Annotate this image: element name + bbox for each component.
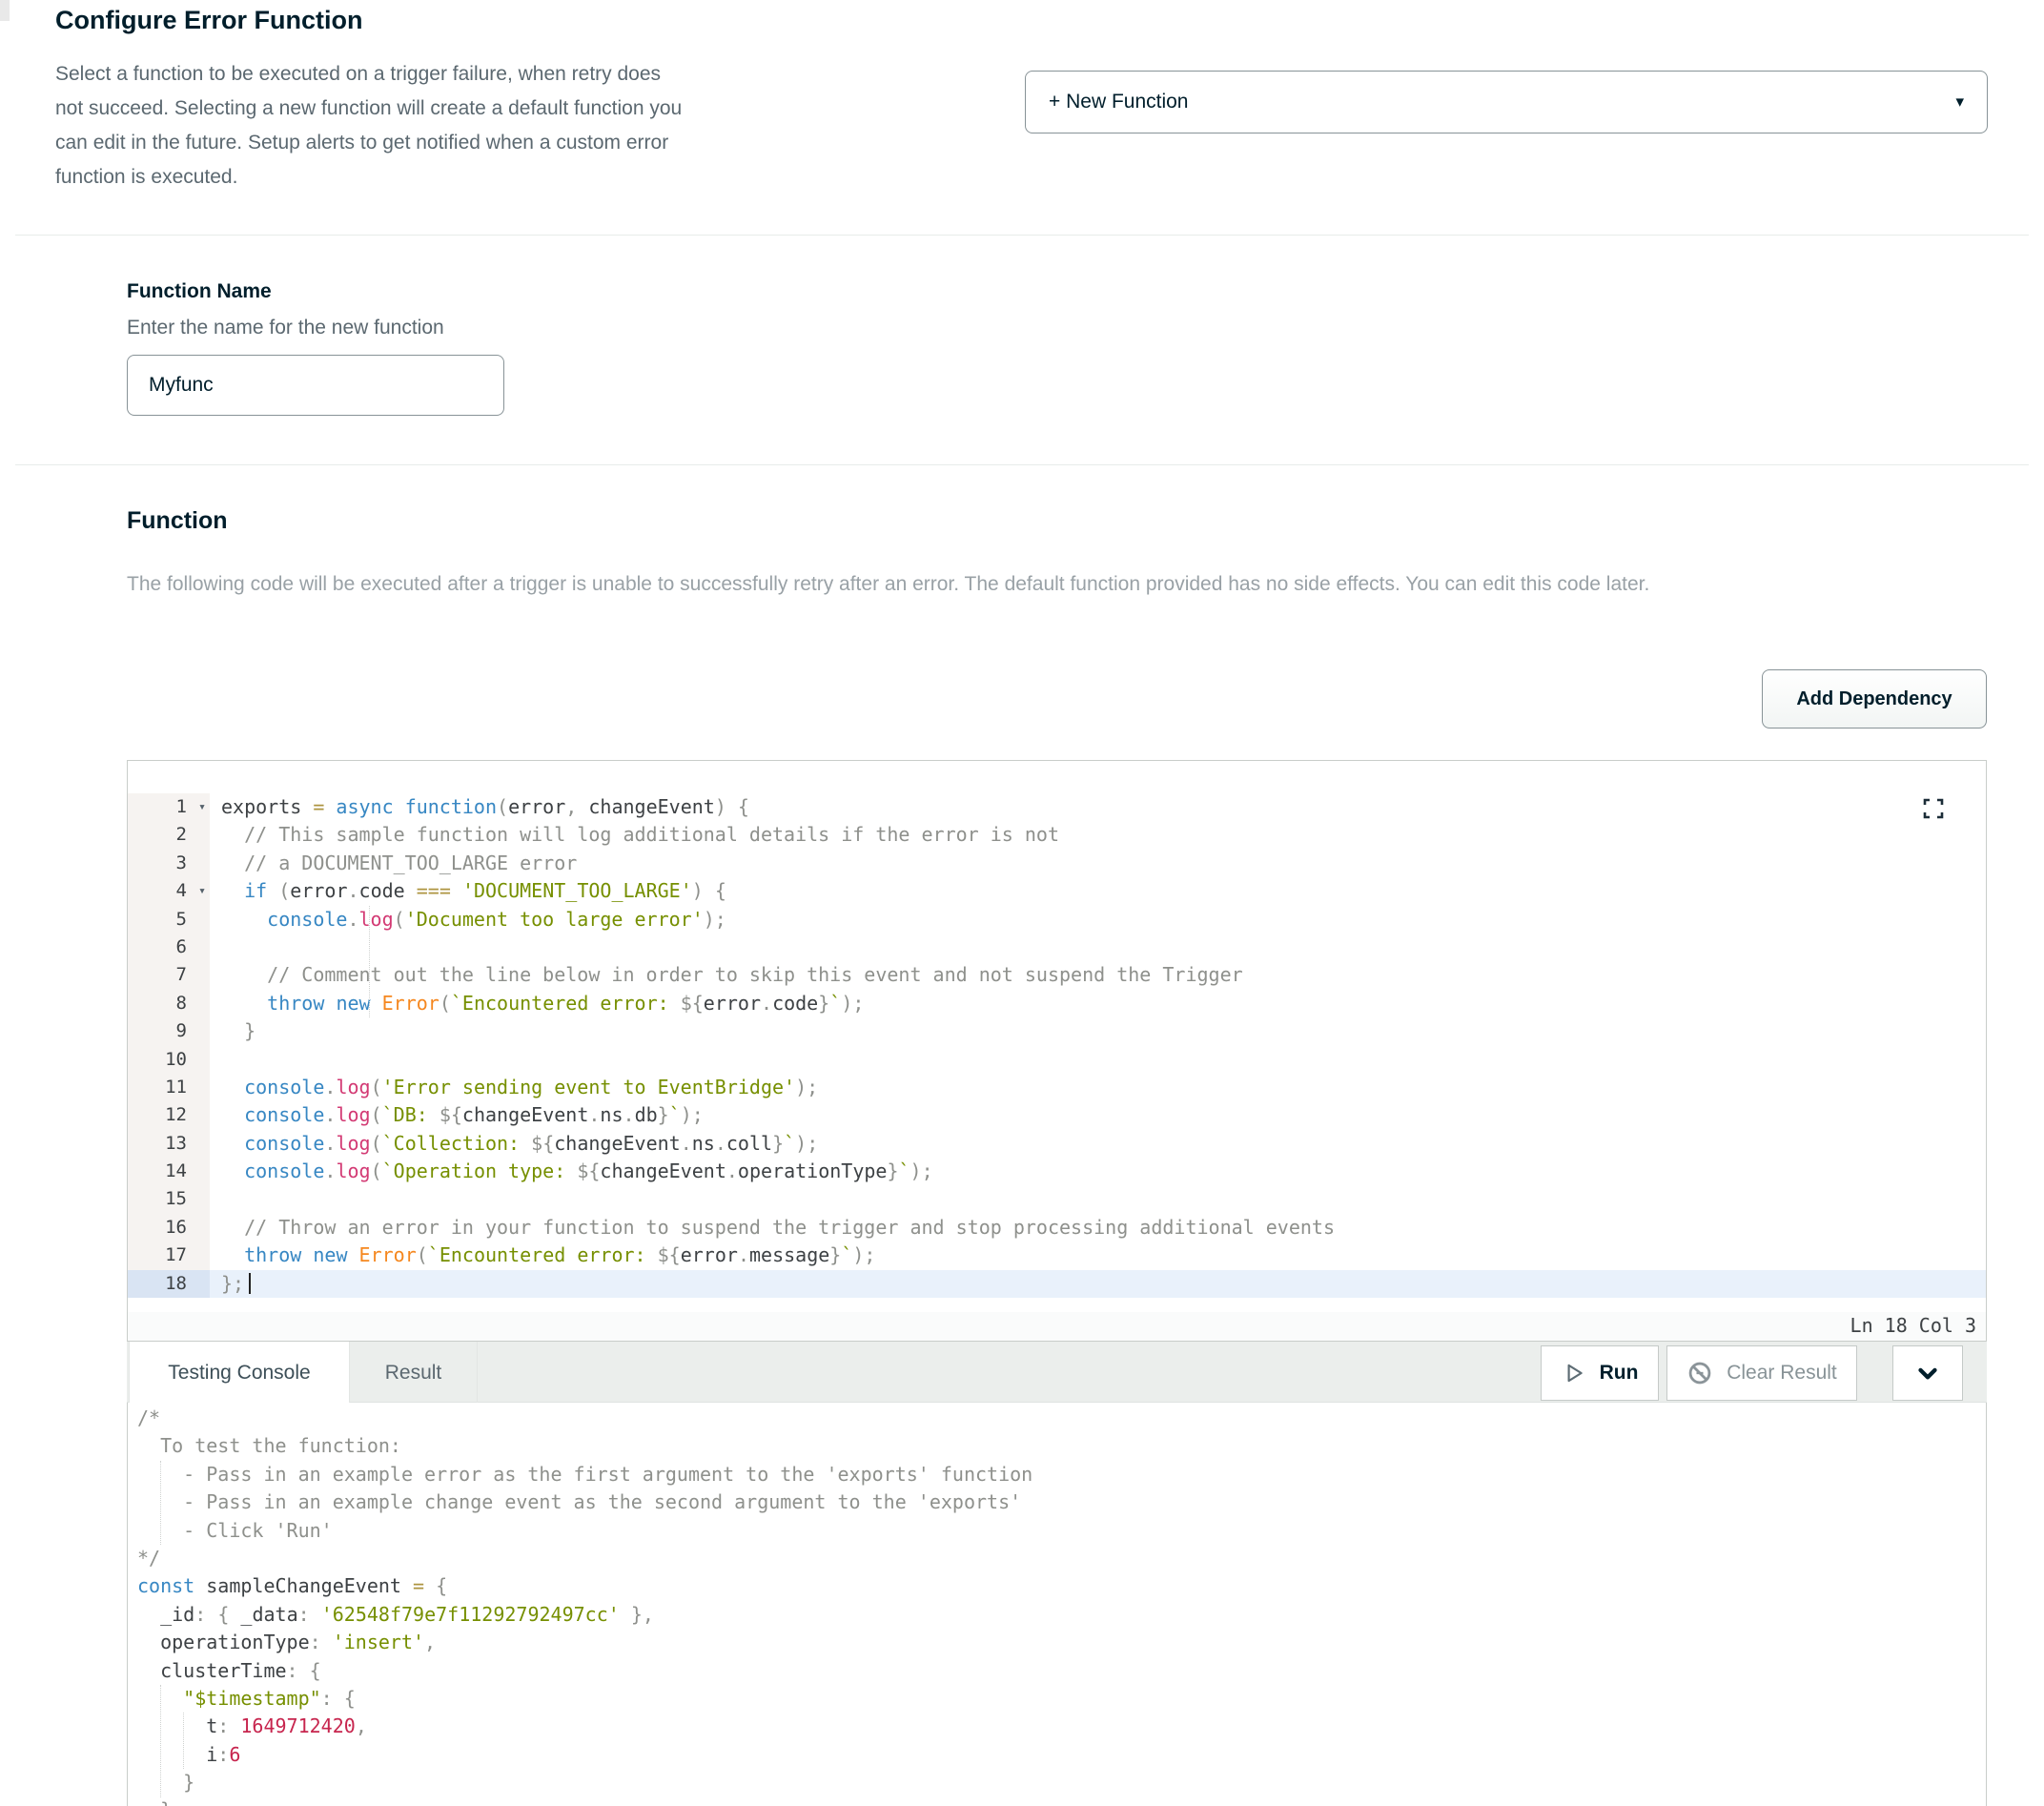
- page-title: Configure Error Function: [55, 6, 363, 34]
- code-line: i:6: [137, 1742, 241, 1766]
- line-number[interactable]: 3: [128, 849, 210, 878]
- line-number[interactable]: 12: [128, 1101, 210, 1130]
- line-number[interactable]: 17: [128, 1242, 210, 1270]
- line-number[interactable]: 10: [128, 1045, 210, 1074]
- cursor-position-status: Ln 18 Col 3: [128, 1312, 1986, 1341]
- code-editor[interactable]: 1 ▾ exports = async function(error, change…: [127, 760, 1987, 1342]
- function-section-description: The following code will be executed afte…: [127, 573, 1650, 595]
- scrollbar-fragment: [0, 0, 10, 21]
- code-line: - Pass in an example error as the first …: [137, 1462, 1033, 1486]
- line-number[interactable]: 11: [128, 1073, 210, 1102]
- code-line: 15: [128, 1185, 1986, 1214]
- function-section-heading: Function: [127, 507, 228, 534]
- code-line: 2 // This sample function will log addit…: [128, 821, 1986, 850]
- section-divider: [15, 464, 2029, 465]
- code-line: clusterTime: {: [137, 1658, 321, 1682]
- code-line: _id: { _data: '62548f79e7f11292792497cc'…: [137, 1602, 654, 1626]
- line-number[interactable]: 7: [128, 961, 210, 990]
- indent-guide: [369, 906, 370, 1017]
- code-line: - Pass in an example change event as the…: [137, 1490, 1022, 1514]
- code-line: /*: [137, 1406, 161, 1429]
- code-line: 7 // Comment out the line below in order…: [128, 961, 1986, 990]
- line-number[interactable]: 6: [128, 933, 210, 962]
- clear-icon: [1688, 1362, 1711, 1385]
- indent-guide: [183, 1713, 184, 1769]
- code-line: 13 console.log(`Collection: ${changeEven…: [128, 1129, 1986, 1159]
- play-icon: [1567, 1364, 1583, 1383]
- code-line: t: 1649712420,: [137, 1714, 367, 1738]
- line-number[interactable]: 4 ▾: [128, 877, 210, 906]
- chevron-down-icon: ▾: [1955, 92, 1964, 111]
- code-line: operationType: 'insert',: [137, 1631, 437, 1654]
- fullscreen-icon[interactable]: [1921, 797, 1946, 825]
- error-function-select-value: + New Function: [1049, 91, 1189, 113]
- section-divider: [15, 235, 2029, 236]
- line-number[interactable]: 14: [128, 1158, 210, 1186]
- line-number[interactable]: 18: [128, 1269, 210, 1299]
- indent-guide: [160, 1461, 161, 1545]
- function-name-label: Function Name: [127, 280, 272, 302]
- line-number[interactable]: 13: [128, 1129, 210, 1159]
- run-button[interactable]: Run: [1541, 1345, 1659, 1401]
- code-line: 18};: [128, 1269, 1986, 1299]
- console-content[interactable]: /* To test the function: - Pass in an ex…: [137, 1405, 1986, 1806]
- clear-result-button[interactable]: Clear Result: [1666, 1345, 1857, 1401]
- error-function-select[interactable]: + New Function ▾: [1025, 71, 1988, 133]
- code-line: */: [137, 1546, 161, 1570]
- fold-caret-icon[interactable]: ▾: [198, 793, 206, 821]
- code-line: 1 ▾ exports = async function(error, change…: [128, 793, 1986, 822]
- code-line: To test the function:: [137, 1434, 401, 1458]
- code-line: 3 // a DOCUMENT_TOO_LARGE error: [128, 849, 1986, 878]
- code-line: const sampleChangeEvent = {: [137, 1574, 448, 1598]
- line-number[interactable]: 5: [128, 905, 210, 934]
- code-line: 14 console.log(`Operation type: ${change…: [128, 1158, 1986, 1186]
- line-number[interactable]: 8: [128, 989, 210, 1018]
- code-line: - Click 'Run': [137, 1518, 333, 1542]
- line-number[interactable]: 1 ▾: [128, 793, 210, 822]
- testing-console-panel[interactable]: /* To test the function: - Pass in an ex…: [127, 1403, 1987, 1806]
- collapse-console-button[interactable]: [1892, 1345, 1963, 1401]
- line-number[interactable]: 2: [128, 821, 210, 850]
- page-description: Select a function to be executed on a tr…: [55, 63, 683, 188]
- tab-result[interactable]: Result: [350, 1342, 478, 1404]
- tab-testing-console[interactable]: Testing Console: [129, 1342, 350, 1404]
- code-line: }: [183, 1771, 195, 1795]
- code-line: 4 ▾ if (error.code === 'DOCUMENT_TOO_LARG…: [128, 877, 1986, 906]
- code-line: 16 // Throw an error in your function to…: [128, 1213, 1986, 1242]
- code-line: 6: [128, 933, 1986, 962]
- indent-guide: [160, 1685, 161, 1797]
- code-line: 17 throw new Error(`Encountered error: $…: [128, 1242, 1986, 1270]
- editor-content[interactable]: 1 ▾ exports = async function(error, change…: [128, 761, 1986, 1344]
- code-line: 11 console.log('Error sending event to E…: [128, 1073, 1986, 1102]
- code-line: }: [137, 1796, 1986, 1806]
- code-line: 8 throw new Error(`Encountered error: ${…: [128, 989, 1986, 1018]
- code-line: "$timestamp": {: [183, 1686, 356, 1710]
- function-name-input[interactable]: [127, 355, 504, 416]
- function-name-help: Enter the name for the new function: [127, 317, 444, 339]
- console-toolbar: Testing Console Result Run Clear Result: [127, 1342, 1987, 1404]
- code-line: 9 }: [128, 1017, 1986, 1046]
- code-line: 10: [128, 1045, 1986, 1074]
- line-number[interactable]: 15: [128, 1185, 210, 1214]
- line-number[interactable]: 16: [128, 1213, 210, 1242]
- text-cursor: [249, 1272, 252, 1294]
- code-line: 12 console.log(`DB: ${changeEvent.ns.db}…: [128, 1101, 1986, 1130]
- add-dependency-button[interactable]: Add Dependency: [1762, 669, 1987, 729]
- code-line: 5 console.log('Document too large error'…: [128, 905, 1986, 934]
- fold-caret-icon[interactable]: ▾: [198, 877, 206, 905]
- chevron-down-icon: [1918, 1367, 1937, 1380]
- line-number[interactable]: 9: [128, 1017, 210, 1046]
